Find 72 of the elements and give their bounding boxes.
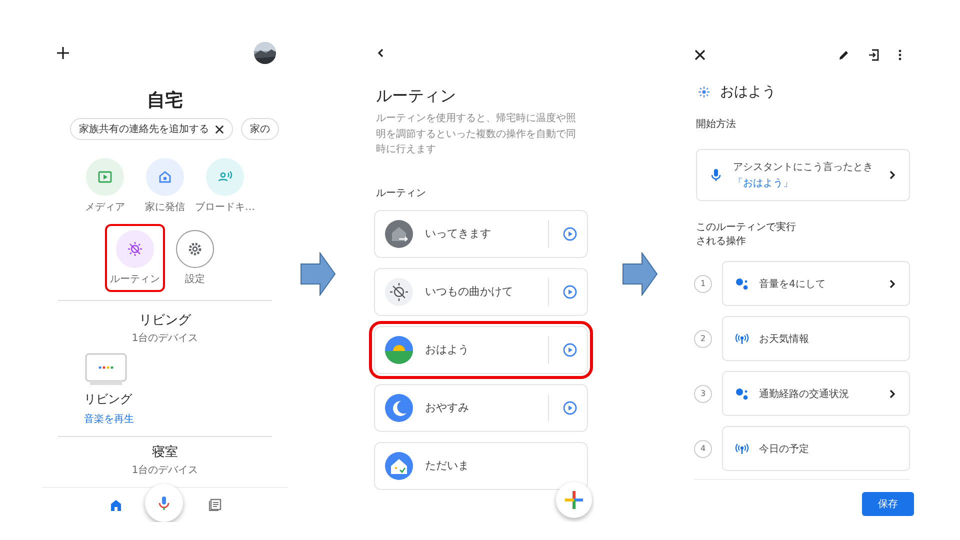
chevron-right-icon xyxy=(887,278,897,288)
room-title: リビング xyxy=(138,312,192,329)
sun-slash-icon xyxy=(127,241,143,257)
close-icon[interactable] xyxy=(694,49,706,61)
broadcast-icon xyxy=(735,442,749,456)
play-icon[interactable] xyxy=(563,226,577,240)
room-title: 寝室 xyxy=(151,444,179,461)
chevron-right-icon xyxy=(887,388,897,398)
device-name: リビング xyxy=(84,391,132,408)
routine-card[interactable]: おやすみ xyxy=(374,384,588,432)
action-card[interactable]: 音量を4にして xyxy=(722,261,910,306)
house-check-icon xyxy=(385,452,413,480)
right-arrow-icon xyxy=(622,252,658,296)
suggestion-chip[interactable]: 家の xyxy=(241,118,279,140)
assistant-icon xyxy=(735,386,749,400)
play-icon[interactable] xyxy=(563,342,577,356)
more-icon[interactable] xyxy=(898,49,902,61)
section-heading: 開始方法 xyxy=(696,118,737,131)
action-card[interactable]: 通勤経路の交通状況 xyxy=(722,371,910,416)
sparkle-icon xyxy=(698,86,710,98)
shortcut-button[interactable]: 設定 xyxy=(165,224,225,292)
starter-card[interactable]: アシスタントにこう言ったとき 「おはよう」 xyxy=(696,149,910,201)
shortcut-button[interactable]: ブロードキ… xyxy=(195,152,255,220)
suggestion-chip[interactable]: 家族共有の連絡先を追加する xyxy=(70,118,233,140)
routine-title: おはよう xyxy=(720,83,776,101)
shortcut-button[interactable]: メディア xyxy=(75,152,135,220)
shortcut-button[interactable]: ルーティン xyxy=(105,224,165,292)
moon-icon xyxy=(385,394,413,422)
home-icon[interactable] xyxy=(108,498,122,512)
chevron-right-icon xyxy=(887,170,897,180)
video-icon xyxy=(97,169,113,185)
add-icon xyxy=(564,490,584,510)
play-icon[interactable] xyxy=(563,400,577,414)
section-heading: ルーティン xyxy=(376,186,427,200)
step-number: 1 xyxy=(694,274,712,292)
exit-icon[interactable] xyxy=(868,49,880,61)
list-icon[interactable] xyxy=(208,498,222,512)
play-music-link[interactable]: 音楽を再生 xyxy=(84,412,134,426)
add-button[interactable] xyxy=(556,482,592,518)
home-title: 自宅 xyxy=(146,89,184,112)
sunrise-icon xyxy=(385,336,413,364)
assistant-icon xyxy=(735,276,749,290)
description: ルーティンを使用すると、帰宅時に温度や照明を調節するといった複数の操作を自動で同時に行えます xyxy=(376,112,577,157)
action-card[interactable]: 今日の予定 xyxy=(722,426,910,471)
mic-icon xyxy=(156,495,172,511)
page-title: ルーティン xyxy=(376,86,457,107)
right-arrow-icon xyxy=(300,252,336,296)
add-icon[interactable] xyxy=(56,46,70,60)
close-icon[interactable] xyxy=(215,124,224,134)
pencil-icon[interactable] xyxy=(838,49,850,61)
routine-card[interactable]: いってきます xyxy=(374,210,588,258)
step-number: 4 xyxy=(694,440,712,458)
play-icon[interactable] xyxy=(563,284,577,298)
shortcut-button[interactable]: 家に発信 xyxy=(135,152,195,220)
routine-card[interactable]: いつもの曲かけて xyxy=(374,268,588,316)
starter-label: アシスタントにこう言ったとき xyxy=(733,160,874,174)
step-number: 2 xyxy=(694,330,712,348)
device-count: 1台のデバイス xyxy=(130,332,200,345)
house-exit-icon xyxy=(385,220,413,248)
mic-icon xyxy=(709,168,723,182)
back-icon[interactable] xyxy=(376,48,386,58)
starter-phrase: 「おはよう」 xyxy=(733,176,794,190)
sun-slash-icon xyxy=(385,278,413,306)
save-button[interactable]: 保存 xyxy=(862,492,914,516)
settings-icon xyxy=(187,241,203,257)
broadcast-icon xyxy=(735,332,749,346)
step-number: 3 xyxy=(694,384,712,402)
section-heading: このルーティンで実行される操作 xyxy=(696,221,797,249)
device-count: 1台のデバイス xyxy=(130,464,200,477)
mic-button[interactable] xyxy=(145,484,183,522)
house-phone-icon xyxy=(157,169,173,185)
action-card[interactable]: お天気情報 xyxy=(722,316,910,361)
